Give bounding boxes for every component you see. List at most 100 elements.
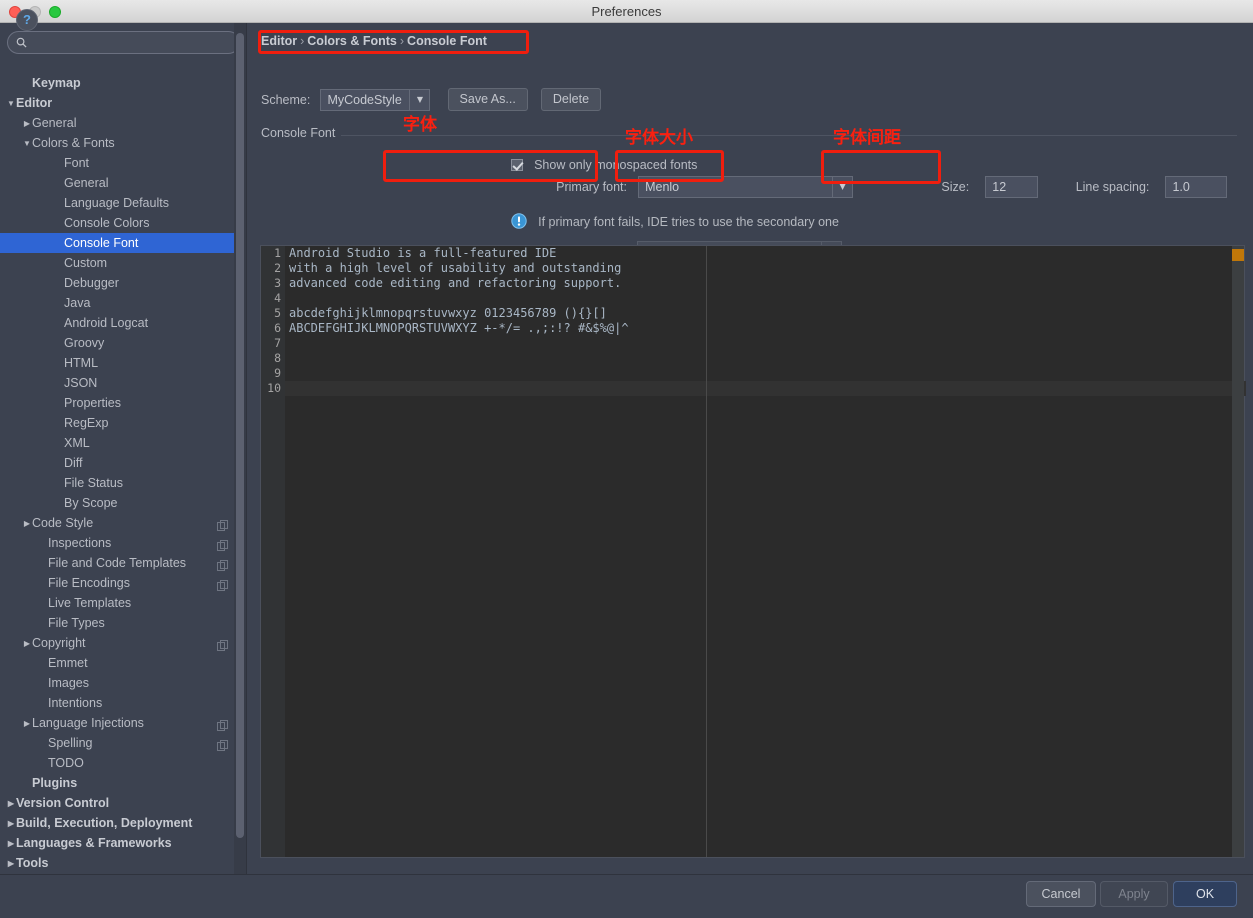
sidebar-item-java[interactable]: Java [0, 293, 240, 313]
preview-code-line [287, 381, 1227, 396]
breadcrumb-part-console-font[interactable]: Console Font [407, 34, 487, 48]
chevron-right-icon[interactable]: ▶ [6, 854, 16, 874]
line-spacing-field[interactable]: 1.0 [1165, 176, 1228, 198]
help-button[interactable]: ? [16, 9, 38, 31]
search-container [7, 31, 240, 54]
sidebar-item-intentions[interactable]: Intentions [0, 693, 240, 713]
ok-button[interactable]: OK [1173, 881, 1237, 907]
sidebar-item-keymap[interactable]: Keymap [0, 73, 240, 93]
breadcrumb-part-colors-fonts[interactable]: Colors & Fonts [307, 34, 397, 48]
gutter-line-number: 1 [274, 246, 281, 260]
sidebar-item-by-scope[interactable]: By Scope [0, 493, 240, 513]
sidebar-item-xml[interactable]: XML [0, 433, 240, 453]
sidebar-item-editor[interactable]: ▼Editor [0, 93, 240, 113]
sidebar-item-languages-frameworks[interactable]: ▶ Languages & Frameworks [0, 833, 240, 853]
sidebar-item-label: Plugins [32, 776, 78, 790]
sidebar-item-groovy[interactable]: Groovy [0, 333, 240, 353]
sidebar-item-label: Language Injections [32, 716, 144, 730]
editor-scrollbar-strip[interactable] [1232, 246, 1244, 857]
sidebar-item-label: Debugger [64, 276, 119, 290]
size-label: Size: [941, 180, 970, 194]
preview-code-line [287, 351, 1227, 366]
sidebar-item-build-execution-deployment[interactable]: ▶ Build, Execution, Deployment [0, 813, 240, 833]
sidebar-item-spelling[interactable]: Spelling [0, 733, 240, 753]
project-scope-icon [217, 517, 228, 531]
sidebar-item-label: Custom [64, 256, 108, 270]
chevron-down-icon[interactable]: ▼ [409, 89, 430, 110]
sidebar-item-todo[interactable]: TODO [0, 753, 240, 773]
chevron-right-icon[interactable]: ▶ [6, 834, 16, 854]
chevron-down-icon[interactable]: ▼ [832, 177, 853, 197]
sidebar-item-regexp[interactable]: RegExp [0, 413, 240, 433]
right-margin-guide [706, 246, 707, 857]
sidebar-item-label: Diff [64, 456, 83, 470]
gutter-line-number: 7 [274, 336, 281, 350]
sidebar-item-code-style[interactable]: ▶ Code Style [0, 513, 240, 533]
sidebar-item-diff[interactable]: Diff [0, 453, 240, 473]
sidebar-item-android-logcat[interactable]: Android Logcat [0, 313, 240, 333]
sidebar-item-copyright[interactable]: ▶ Copyright [0, 633, 240, 653]
sidebar-item-version-control[interactable]: ▶ Version Control [0, 793, 240, 813]
apply-button[interactable]: Apply [1100, 881, 1168, 907]
secondary-font-note-row: If primary font fails, IDE tries to use … [511, 211, 839, 230]
sidebar-scrollbar-thumb[interactable] [236, 33, 244, 838]
sidebar-item-emmet[interactable]: Emmet [0, 653, 240, 673]
cancel-button[interactable]: Cancel [1026, 881, 1096, 907]
breadcrumb-separator-2: › [399, 34, 405, 48]
sidebar-scrollbar-track[interactable] [234, 23, 246, 874]
sidebar-item-custom[interactable]: Custom [0, 253, 240, 273]
chevron-right-icon[interactable]: ▶ [6, 794, 16, 814]
gutter-line-number: 2 [274, 261, 281, 275]
scheme-dropdown[interactable]: MyCodeStyle ▼ [320, 88, 431, 111]
sidebar-item-file-status[interactable]: File Status [0, 473, 240, 493]
sidebar-item-label: Java [64, 296, 91, 310]
sidebar-item-properties[interactable]: Properties [0, 393, 240, 413]
editor-gutter: 1 2 3 4 5 6 7 8 9 10 [261, 246, 285, 857]
editor-code-area[interactable]: Android Studio is a full-featured IDE wit… [287, 246, 1227, 396]
breadcrumb-part-editor[interactable]: Editor [261, 34, 297, 48]
chevron-right-icon[interactable]: ▶ [22, 714, 32, 734]
chevron-right-icon[interactable]: ▶ [22, 634, 32, 654]
search-input[interactable] [32, 32, 232, 53]
sidebar-item-language-injections[interactable]: ▶ Language Injections [0, 713, 240, 733]
sidebar-item-debugger[interactable]: Debugger [0, 273, 240, 293]
sidebar-item-console-font[interactable]: Console Font [0, 233, 236, 253]
settings-tree[interactable]: Keymap ▼Editor ▶ General ▼Colors & Fonts Font… [0, 73, 240, 885]
delete-button[interactable]: Delete [540, 88, 602, 111]
window-titlebar: Preferences [0, 0, 1253, 23]
sidebar-item-general[interactable]: ▶ General [0, 113, 240, 133]
sidebar-item-images[interactable]: Images [0, 673, 240, 693]
size-field[interactable]: 12 [985, 176, 1039, 198]
primary-font-dropdown[interactable]: Menlo ▼ [638, 176, 854, 198]
chevron-right-icon[interactable]: ▶ [6, 814, 16, 834]
sidebar-item-inspections[interactable]: Inspections [0, 533, 240, 553]
chevron-right-icon[interactable]: ▶ [22, 114, 32, 134]
sidebar-item-file-and-code-templates[interactable]: File and Code Templates [0, 553, 240, 573]
sidebar-item-general[interactable]: General [0, 173, 240, 193]
error-stripe-marker[interactable] [1232, 249, 1244, 261]
sidebar-item-file-types[interactable]: File Types [0, 613, 240, 633]
sidebar-item-console-colors[interactable]: Console Colors [0, 213, 240, 233]
preview-code-line: with a high level of usability and outst… [289, 261, 622, 275]
gutter-line-number: 6 [274, 321, 281, 335]
search-box[interactable] [7, 31, 240, 54]
sidebar-item-label: File Status [64, 476, 124, 490]
sidebar-item-plugins[interactable]: Plugins [0, 773, 240, 793]
project-scope-icon [217, 577, 228, 591]
preview-code-line [287, 366, 1227, 381]
sidebar-item-live-templates[interactable]: Live Templates [0, 593, 240, 613]
sidebar-item-font[interactable]: Font [0, 153, 240, 173]
sidebar-item-html[interactable]: HTML [0, 353, 240, 373]
show-monospaced-checkbox[interactable] [511, 159, 523, 171]
chevron-down-icon[interactable]: ▼ [22, 134, 32, 154]
sidebar-item-tools[interactable]: ▶ Tools [0, 853, 240, 873]
sidebar-item-colors-fonts[interactable]: ▼Colors & Fonts [0, 133, 240, 153]
sidebar-item-json[interactable]: JSON [0, 373, 240, 393]
chevron-down-icon[interactable]: ▼ [6, 94, 16, 114]
sidebar-item-language-defaults[interactable]: Language Defaults [0, 193, 240, 213]
save-as-button[interactable]: Save As... [447, 88, 528, 111]
console-font-group-title: Console Font [261, 126, 342, 140]
font-preview-editor[interactable]: 1 2 3 4 5 6 7 8 9 10 Android Studio is a full-fea… [260, 245, 1246, 858]
chevron-right-icon[interactable]: ▶ [22, 514, 32, 534]
sidebar-item-file-encodings[interactable]: File Encodings [0, 573, 240, 593]
